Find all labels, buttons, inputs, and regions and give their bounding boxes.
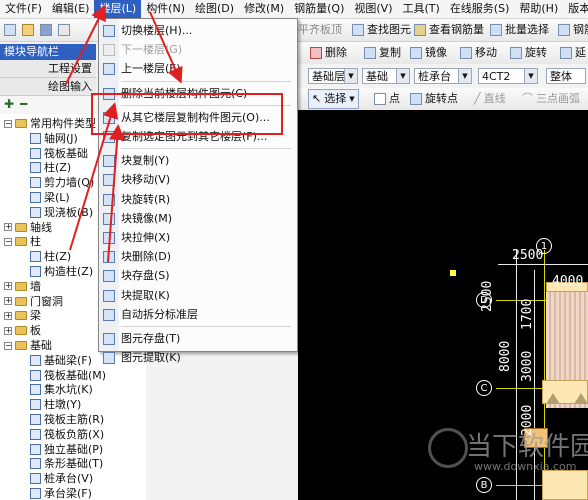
annotation-arrows [65, 4, 183, 263]
annotation-arrow [65, 4, 106, 85]
annotation-arrow [69, 102, 119, 251]
annotation-arrow [149, 11, 183, 84]
annotation-arrow [107, 124, 126, 263]
